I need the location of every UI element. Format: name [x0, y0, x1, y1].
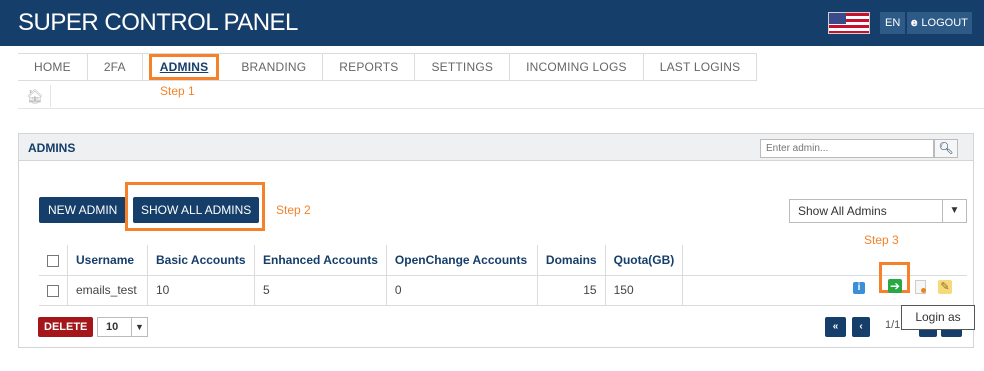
cell-openchange: 0: [386, 275, 538, 306]
cell-enhanced: 5: [254, 275, 387, 306]
login-as-tooltip: Login as: [901, 305, 975, 330]
nav-reports[interactable]: REPORTS: [323, 54, 416, 80]
logout-label: LOGOUT: [921, 17, 968, 29]
app-title: SUPER CONTROL PANEL: [18, 9, 298, 36]
info-icon[interactable]: i: [853, 282, 865, 294]
top-bar: SUPER CONTROL PANEL EN 𝐞 LOGOUT: [0, 0, 984, 46]
select-all-checkbox[interactable]: [47, 254, 59, 267]
nav-incoming-logs[interactable]: INCOMING LOGS: [510, 54, 644, 80]
nav-settings[interactable]: SETTINGS: [415, 54, 511, 80]
cell-username: emails_test: [67, 275, 148, 306]
cell-quota: 150: [605, 275, 684, 306]
chevron-down-icon: ▼: [131, 318, 147, 336]
us-flag-icon[interactable]: [828, 12, 870, 34]
breadcrumb-divider: [50, 85, 51, 107]
new-admin-button[interactable]: NEW ADMIN: [39, 197, 127, 223]
cell-domains: 15: [537, 275, 606, 306]
per-page-value: 10: [106, 321, 119, 333]
row-select-cell: [39, 275, 68, 306]
login-as-icon[interactable]: ➔: [888, 279, 902, 293]
prev-page-button[interactable]: ‹: [852, 317, 870, 337]
col-enhanced-accounts[interactable]: Enhanced Accounts: [254, 245, 387, 276]
nav-admins[interactable]: ADMINS: [148, 54, 220, 80]
admins-table: Username Basic Accounts Enhanced Account…: [39, 245, 967, 306]
document-icon[interactable]: [915, 280, 926, 294]
page-indicator: 1/1: [885, 319, 901, 331]
table-header-row: Username Basic Accounts Enhanced Account…: [39, 245, 967, 276]
admin-filter-value: Show All Admins: [798, 204, 887, 218]
chevron-down-icon: ▼: [942, 200, 966, 222]
home-icon[interactable]: 🏠︎: [26, 89, 44, 103]
first-page-button[interactable]: «: [825, 317, 846, 337]
col-actions: [682, 245, 967, 276]
nav-branding[interactable]: BRANDING: [225, 54, 324, 80]
step1-annotation: Step 1: [160, 84, 195, 98]
lock-icon: 𝐞: [911, 17, 918, 29]
select-all-cell: [39, 245, 68, 276]
table-row: emails_test 10 5 0 15 150: [39, 275, 967, 306]
admin-search-input[interactable]: [760, 139, 934, 158]
language-button[interactable]: EN: [880, 12, 906, 34]
nav-home[interactable]: HOME: [18, 54, 88, 80]
col-openchange-accounts[interactable]: OpenChange Accounts: [386, 245, 538, 276]
col-basic-accounts[interactable]: Basic Accounts: [147, 245, 255, 276]
search-icon[interactable]: 🔍︎: [934, 139, 958, 158]
delete-button[interactable]: DELETE: [38, 317, 94, 337]
col-domains[interactable]: Domains: [537, 245, 606, 276]
step2-annotation: Step 2: [276, 203, 311, 217]
per-page-select[interactable]: 10 ▼: [97, 317, 148, 337]
admin-filter-select[interactable]: Show All Admins ▼: [789, 199, 967, 223]
col-quota[interactable]: Quota(GB): [605, 245, 684, 276]
edit-icon[interactable]: ✎: [938, 280, 952, 294]
panel-header: ADMINS 🔍︎: [19, 134, 973, 161]
cell-basic: 10: [147, 275, 255, 306]
nav-last-logins[interactable]: LAST LOGINS: [644, 54, 758, 80]
admins-panel: ADMINS 🔍︎ NEW ADMIN SHOW ALL ADMINS Step…: [18, 133, 975, 348]
logout-button[interactable]: 𝐞 LOGOUT: [906, 12, 972, 34]
show-all-admins-button[interactable]: SHOW ALL ADMINS: [133, 197, 260, 223]
row-checkbox[interactable]: [47, 284, 59, 297]
main-nav: HOME 2FA ADMINS BRANDING REPORTS SETTING…: [18, 53, 758, 81]
panel-title: ADMINS: [28, 141, 76, 155]
nav-2fa[interactable]: 2FA: [88, 54, 143, 80]
col-username[interactable]: Username: [67, 245, 148, 276]
